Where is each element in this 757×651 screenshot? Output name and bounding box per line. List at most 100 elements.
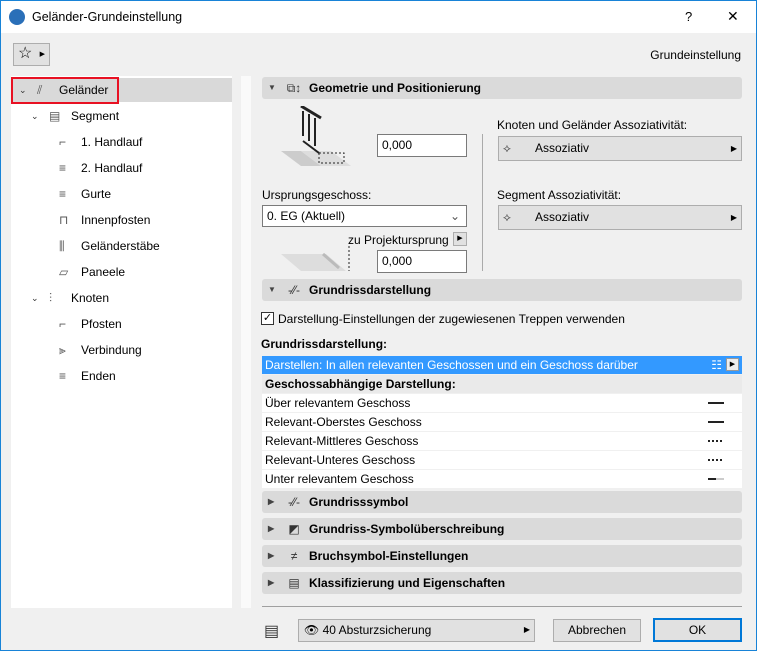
ok-button[interactable]: OK xyxy=(653,618,742,642)
story-row[interactable]: Relevant-Unteres Geschoss xyxy=(262,451,742,469)
show-on-stories-value: Darstellen: In allen relevanten Geschoss… xyxy=(265,358,638,372)
inner-post-icon: ⊓ xyxy=(59,213,69,227)
chevron-down-icon[interactable]: ⌄ xyxy=(31,286,39,310)
origin-story-label: Ursprungsgeschoss: xyxy=(262,188,372,202)
section-collapsed[interactable]: ▶ -⁄⁄- Grundrisssymbol xyxy=(262,491,742,513)
segment-assoc-label: Segment Assoziativität: xyxy=(497,188,622,202)
dialog-window: Geländer-Grundeinstellung ? ✕ ☆ ▶ Grundei… xyxy=(0,0,757,651)
story-row[interactable]: Über relevantem Geschoss xyxy=(262,394,742,412)
eye-icon: 👁 xyxy=(304,623,320,637)
ends-icon: ≡ xyxy=(59,369,67,383)
story-row[interactable]: Relevant-Oberstes Geschoss xyxy=(262,413,742,431)
line-style-icon xyxy=(708,421,724,423)
tree-item[interactable]: ≡ Enden xyxy=(11,364,232,388)
close-button[interactable]: ✕ xyxy=(727,8,739,25)
height-input[interactable]: 0,000 xyxy=(377,134,467,157)
highlight-box xyxy=(11,77,119,104)
tree-item-label: Geländerstäbe xyxy=(81,239,160,253)
tree-item[interactable]: ⫼ Geländerstäbe xyxy=(11,234,232,258)
assoc-icon: ⟡ xyxy=(503,210,511,224)
origin-story-value: 0. EG (Aktuell) xyxy=(267,209,346,223)
tree-item-label: Segment xyxy=(71,109,120,123)
expand-icon: ▶ xyxy=(268,551,275,560)
segment-assoc-select[interactable]: ⟡ Assoziativ ▶ xyxy=(498,205,742,230)
section-floorplan[interactable]: ▼ -⁄⁄- Grundrissdarstellung xyxy=(262,279,742,301)
story-row-label: Relevant-Unteres Geschoss xyxy=(265,453,416,467)
node-assoc-select[interactable]: ⟡ Assoziativ ▶ xyxy=(498,136,742,161)
app-icon xyxy=(9,9,25,25)
tree-item[interactable]: ⌐ Pfosten xyxy=(11,312,232,336)
balusters-icon: ⫼ xyxy=(59,239,65,253)
group-header: Geschossabhängige Darstellung: xyxy=(262,375,742,393)
project-origin-button[interactable]: ▶ xyxy=(453,232,467,246)
tree-item[interactable]: ⌄ ▤ Segment xyxy=(11,104,232,128)
floorplan-list-label: Grundrissdarstellung: xyxy=(261,337,388,351)
to-project-origin-label: zu Projektursprung xyxy=(348,233,449,247)
connection-icon: ⫸ xyxy=(59,343,66,357)
collapse-icon: ▼ xyxy=(268,285,276,294)
chevron-right-icon: ▶ xyxy=(39,51,45,58)
offset-diagram xyxy=(281,246,350,271)
story-row-label: Unter relevantem Geschoss xyxy=(265,472,414,486)
chevron-down-icon: ⌄ xyxy=(449,209,460,223)
section-collapsed[interactable]: ▶ ≠ Bruchsymbol-Einstellungen xyxy=(262,545,742,567)
section-title: Klassifizierung und Eigenschaften xyxy=(309,576,506,590)
stories-icon: ☷ xyxy=(711,358,722,372)
section-collapsed[interactable]: ▶ ◩ Grundriss-Symbolüberschreibung xyxy=(262,518,742,540)
story-row-label: Über relevantem Geschoss xyxy=(265,396,411,410)
story-row-label: Relevant-Oberstes Geschoss xyxy=(265,415,422,429)
section-geometry[interactable]: ▼ ⧉↕ Geometrie und Positionierung xyxy=(262,77,742,99)
help-button[interactable]: ? xyxy=(685,9,692,24)
tree-item[interactable]: ⌄ ⫶ Knoten xyxy=(11,286,232,310)
tree-item[interactable]: ⌐ 1. Handlauf xyxy=(11,130,232,154)
tree-scrollbar[interactable] xyxy=(241,76,251,608)
chevron-right-icon: ▶ xyxy=(730,144,737,153)
layer-select[interactable]: 👁 40 Absturzsicherung ▶ xyxy=(298,619,535,642)
tree-item[interactable]: ⊓ Innenpfosten xyxy=(11,208,232,232)
expand-icon: ▶ xyxy=(268,578,275,587)
story-row[interactable]: Relevant-Mittleres Geschoss xyxy=(262,432,742,450)
tree-item-label: 1. Handlauf xyxy=(81,135,143,149)
show-on-stories-row[interactable]: Darstellen: In allen relevanten Geschoss… xyxy=(262,356,742,374)
cancel-button[interactable]: Abbrechen xyxy=(553,619,641,642)
chevron-down-icon[interactable]: ⌄ xyxy=(31,104,39,128)
segment-icon: ▤ xyxy=(49,109,61,123)
floorplan-line-icon: -⁄⁄- xyxy=(288,283,300,297)
tree-item-label: 2. Handlauf xyxy=(81,161,143,175)
node-icon: ⫶ xyxy=(49,291,53,305)
section-collapsed[interactable]: ▶ ▤ Klassifizierung und Eigenschaften xyxy=(262,572,742,594)
handrail-icon: ⌐ xyxy=(59,135,67,149)
story-row[interactable]: Unter relevantem Geschoss xyxy=(262,470,742,488)
section-title: Bruchsymbol-Einstellungen xyxy=(309,549,469,563)
rails-icon: ≡ xyxy=(59,187,67,201)
section-icon: -⁄⁄- xyxy=(288,495,300,509)
section-title: Grundriss-Symbolüberschreibung xyxy=(309,522,505,536)
tree-item[interactable]: ≡ Gurte xyxy=(11,182,232,206)
story-row-label: Relevant-Mittleres Geschoss xyxy=(265,434,419,448)
group-header-label: Geschossabhängige Darstellung: xyxy=(265,377,456,391)
railing-height-diagram xyxy=(281,106,351,166)
tree-item[interactable]: ⫸ Verbindung xyxy=(11,338,232,362)
layer-value: 40 Absturzsicherung xyxy=(322,623,432,637)
node-assoc-value: Assoziativ xyxy=(535,141,590,155)
chevron-right-icon: ▶ xyxy=(523,625,530,634)
window-title: Geländer-Grundeinstellung xyxy=(32,10,183,24)
section-title: Grundrisssymbol xyxy=(309,495,409,509)
line-style-icon xyxy=(708,440,724,442)
tree-item[interactable]: ▱ Paneele xyxy=(11,260,232,284)
section-title: Grundrissdarstellung xyxy=(309,283,432,297)
tree-item[interactable]: ≡ 2. Handlauf xyxy=(11,156,232,180)
line-style-icon xyxy=(708,402,724,404)
tree-item-label: Verbindung xyxy=(81,343,142,357)
section-title: Geometrie und Positionierung xyxy=(309,81,482,95)
origin-story-select[interactable]: 0. EG (Aktuell) ⌄ xyxy=(262,205,467,227)
title-bar: Geländer-Grundeinstellung ? ✕ xyxy=(1,1,756,33)
assoc-icon: ⟡ xyxy=(503,141,511,155)
expand-icon: ▶ xyxy=(268,497,275,506)
tree-item-label: Knoten xyxy=(71,291,110,305)
chevron-right-icon[interactable]: ▶ xyxy=(726,358,739,371)
favorites-button[interactable]: ☆ ▶ xyxy=(13,43,50,66)
offset-input[interactable]: 0,000 xyxy=(377,250,467,273)
use-stair-settings-checkbox[interactable]: ✓ xyxy=(261,312,274,325)
tree-item-label: Gurte xyxy=(81,187,112,201)
